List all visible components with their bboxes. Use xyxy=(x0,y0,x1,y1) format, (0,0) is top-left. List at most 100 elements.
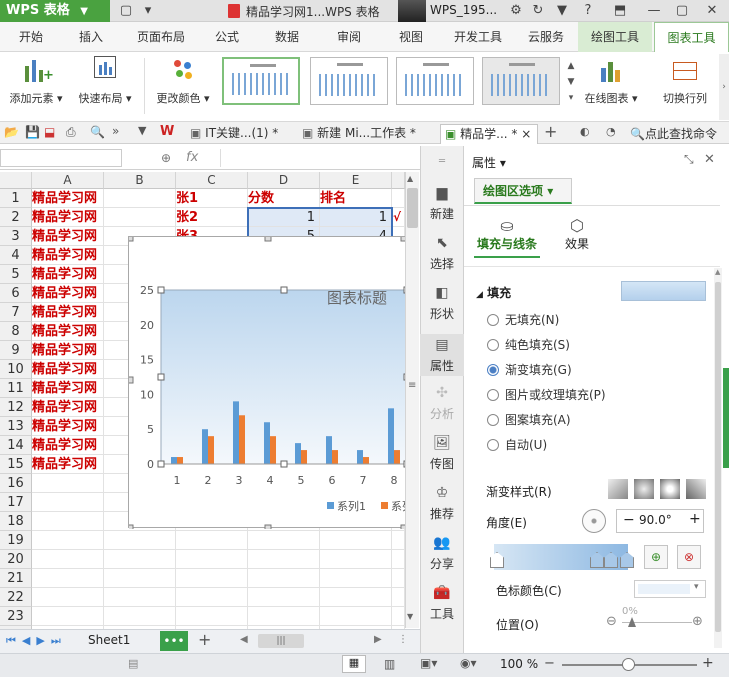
row-header[interactable]: 23 xyxy=(0,607,32,626)
history-icon[interactable]: ◔ xyxy=(606,125,616,138)
fill-option-5[interactable]: 自动(U) xyxy=(487,436,547,453)
pane-header[interactable]: 属性 ▾ xyxy=(472,154,506,171)
row-header[interactable]: 2 xyxy=(0,208,32,227)
change-color-button[interactable]: 更改颜色 ▾ xyxy=(150,56,216,106)
app-menu-button[interactable]: WPS 表格 ▼ xyxy=(0,0,110,22)
shirt-icon[interactable]: ▼ xyxy=(554,3,570,19)
grid-cell[interactable]: 精品学习网 xyxy=(32,322,104,341)
new-tab-icon[interactable]: + xyxy=(544,122,557,141)
grid-cell[interactable] xyxy=(248,607,320,626)
pdf-icon[interactable]: ⬓ xyxy=(44,125,55,139)
row-header[interactable]: 1 xyxy=(0,189,32,208)
side-tool-upload-image[interactable]: 🖼 传图 xyxy=(420,434,464,472)
grid-cell[interactable]: 精品学习网 xyxy=(32,417,104,436)
grid-cell[interactable]: 1 xyxy=(320,208,392,227)
row-header[interactable]: 18 xyxy=(0,512,32,531)
formula-input[interactable] xyxy=(220,149,420,167)
add-element-button[interactable]: + 添加元素 ▾ xyxy=(4,56,68,106)
grid-cell[interactable] xyxy=(32,512,104,531)
grid-cell[interactable] xyxy=(104,550,176,569)
grid-cell[interactable] xyxy=(320,569,392,588)
pane-close-icon[interactable]: ✕ xyxy=(704,152,715,167)
radio-icon[interactable] xyxy=(487,339,499,351)
column-header-b[interactable]: B xyxy=(104,172,176,189)
add-stop-icon[interactable]: ⊕ xyxy=(644,545,668,569)
sheet-nav-icons[interactable]: ⏮◀▶⏭ xyxy=(6,634,67,648)
grid-cell[interactable]: 精品学习网 xyxy=(32,265,104,284)
grid-cell[interactable]: 精品学习网 xyxy=(32,436,104,455)
fill-option-3[interactable]: 图片或纹理填充(P) xyxy=(487,386,606,403)
row-header[interactable]: 19 xyxy=(0,531,32,550)
side-tool-share[interactable]: 👥 分享 xyxy=(420,534,464,572)
grid-cell[interactable] xyxy=(248,588,320,607)
grid-cell[interactable] xyxy=(320,531,392,550)
chart-title[interactable]: 图表标题 xyxy=(327,289,387,307)
refresh-icon[interactable]: ↻ xyxy=(530,3,546,19)
gradient-style-rect[interactable] xyxy=(660,479,680,499)
grid-cell[interactable]: 精品学习网 xyxy=(32,455,104,474)
side-tool-tools[interactable]: 🧰 工具 xyxy=(420,584,464,622)
radio-icon[interactable] xyxy=(487,314,499,326)
grid-cell[interactable] xyxy=(176,531,248,550)
pane-scrollbar[interactable]: ▲ xyxy=(714,268,722,648)
gradient-style-path[interactable] xyxy=(686,479,706,499)
grid-cell[interactable] xyxy=(32,531,104,550)
tab-list-icon[interactable]: ▼ xyxy=(138,124,146,137)
grid-cell[interactable]: 精品学习网 xyxy=(32,303,104,322)
grid-cell[interactable] xyxy=(392,607,405,626)
wps-w-icon[interactable]: W xyxy=(160,124,174,139)
select-all-corner[interactable] xyxy=(0,172,32,189)
split-handle-icon[interactable]: ≡ xyxy=(408,380,416,391)
tab-drawing-tools[interactable]: 绘图工具 xyxy=(578,22,652,52)
hscroll-thumb[interactable]: ||| xyxy=(258,634,304,648)
chart-style-3[interactable] xyxy=(396,57,474,105)
fx-icon[interactable]: fx xyxy=(186,150,198,165)
radio-icon[interactable] xyxy=(487,389,499,401)
name-box[interactable] xyxy=(0,149,122,167)
caret-icon[interactable]: ▾ xyxy=(140,3,156,19)
zoom-level[interactable]: 100 % xyxy=(500,657,538,671)
grid-cell[interactable] xyxy=(248,550,320,569)
tab-fill-line[interactable]: ⛀ 填充与线条 xyxy=(474,216,540,258)
tab-insert[interactable]: 插入 xyxy=(68,22,114,52)
quick-layout-button[interactable]: 快速布局 ▾ xyxy=(72,56,138,106)
grid-cell[interactable]: 1 xyxy=(248,208,320,227)
grid-cell[interactable] xyxy=(392,569,405,588)
more-icon[interactable]: » xyxy=(112,124,119,138)
tab-page-layout[interactable]: 页面布局 xyxy=(128,22,194,52)
tab-review[interactable]: 审阅 xyxy=(326,22,372,52)
scroll-down-icon[interactable]: ▼ xyxy=(407,612,413,621)
fullscreen-icon[interactable]: ⬒ xyxy=(612,3,628,19)
grid-cell[interactable] xyxy=(248,531,320,550)
tab-home[interactable]: 开始 xyxy=(8,22,54,52)
fill-option-4[interactable]: 图案填充(A) xyxy=(487,411,571,428)
radio-icon[interactable] xyxy=(487,414,499,426)
row-header[interactable]: 6 xyxy=(0,284,32,303)
side-tool-properties[interactable]: ▤ 属性 xyxy=(420,334,464,376)
layout-view-icon[interactable]: ▣▾ xyxy=(420,656,437,670)
grid-cell[interactable] xyxy=(392,189,405,208)
pane-collapse-handle[interactable] xyxy=(723,368,729,468)
column-header-c[interactable]: C xyxy=(176,172,248,189)
grid-cell[interactable] xyxy=(104,607,176,626)
row-header[interactable]: 14 xyxy=(0,436,32,455)
grid-cell[interactable] xyxy=(32,569,104,588)
grid-cell[interactable]: 精品学习网 xyxy=(32,284,104,303)
grid-cell[interactable] xyxy=(104,569,176,588)
reading-mode-icon[interactable]: ◉▾ xyxy=(460,656,477,670)
gear-icon[interactable]: ⚙ xyxy=(508,3,524,19)
print-icon[interactable]: ⎙ xyxy=(66,125,76,140)
row-header[interactable]: 11 xyxy=(0,379,32,398)
angle-value[interactable]: 90.0° xyxy=(639,513,672,527)
plot-area[interactable] xyxy=(160,289,408,465)
remove-stop-icon[interactable]: ⊗ xyxy=(677,545,701,569)
doc-tab-1[interactable]: ▣ IT关键...(1) * xyxy=(186,124,294,144)
vertical-scrollbar[interactable]: ▲ ≡ ▼ xyxy=(405,172,419,628)
row-header[interactable]: 8 xyxy=(0,322,32,341)
row-header[interactable]: 10 xyxy=(0,360,32,379)
minimize-icon[interactable]: — xyxy=(646,3,662,19)
nav-icon[interactable]: ◐ xyxy=(580,125,590,138)
grid-cell[interactable] xyxy=(176,607,248,626)
fill-option-2[interactable]: 渐变填充(G) xyxy=(487,361,572,378)
ribbon-scroll-right-icon[interactable]: › xyxy=(719,54,729,120)
